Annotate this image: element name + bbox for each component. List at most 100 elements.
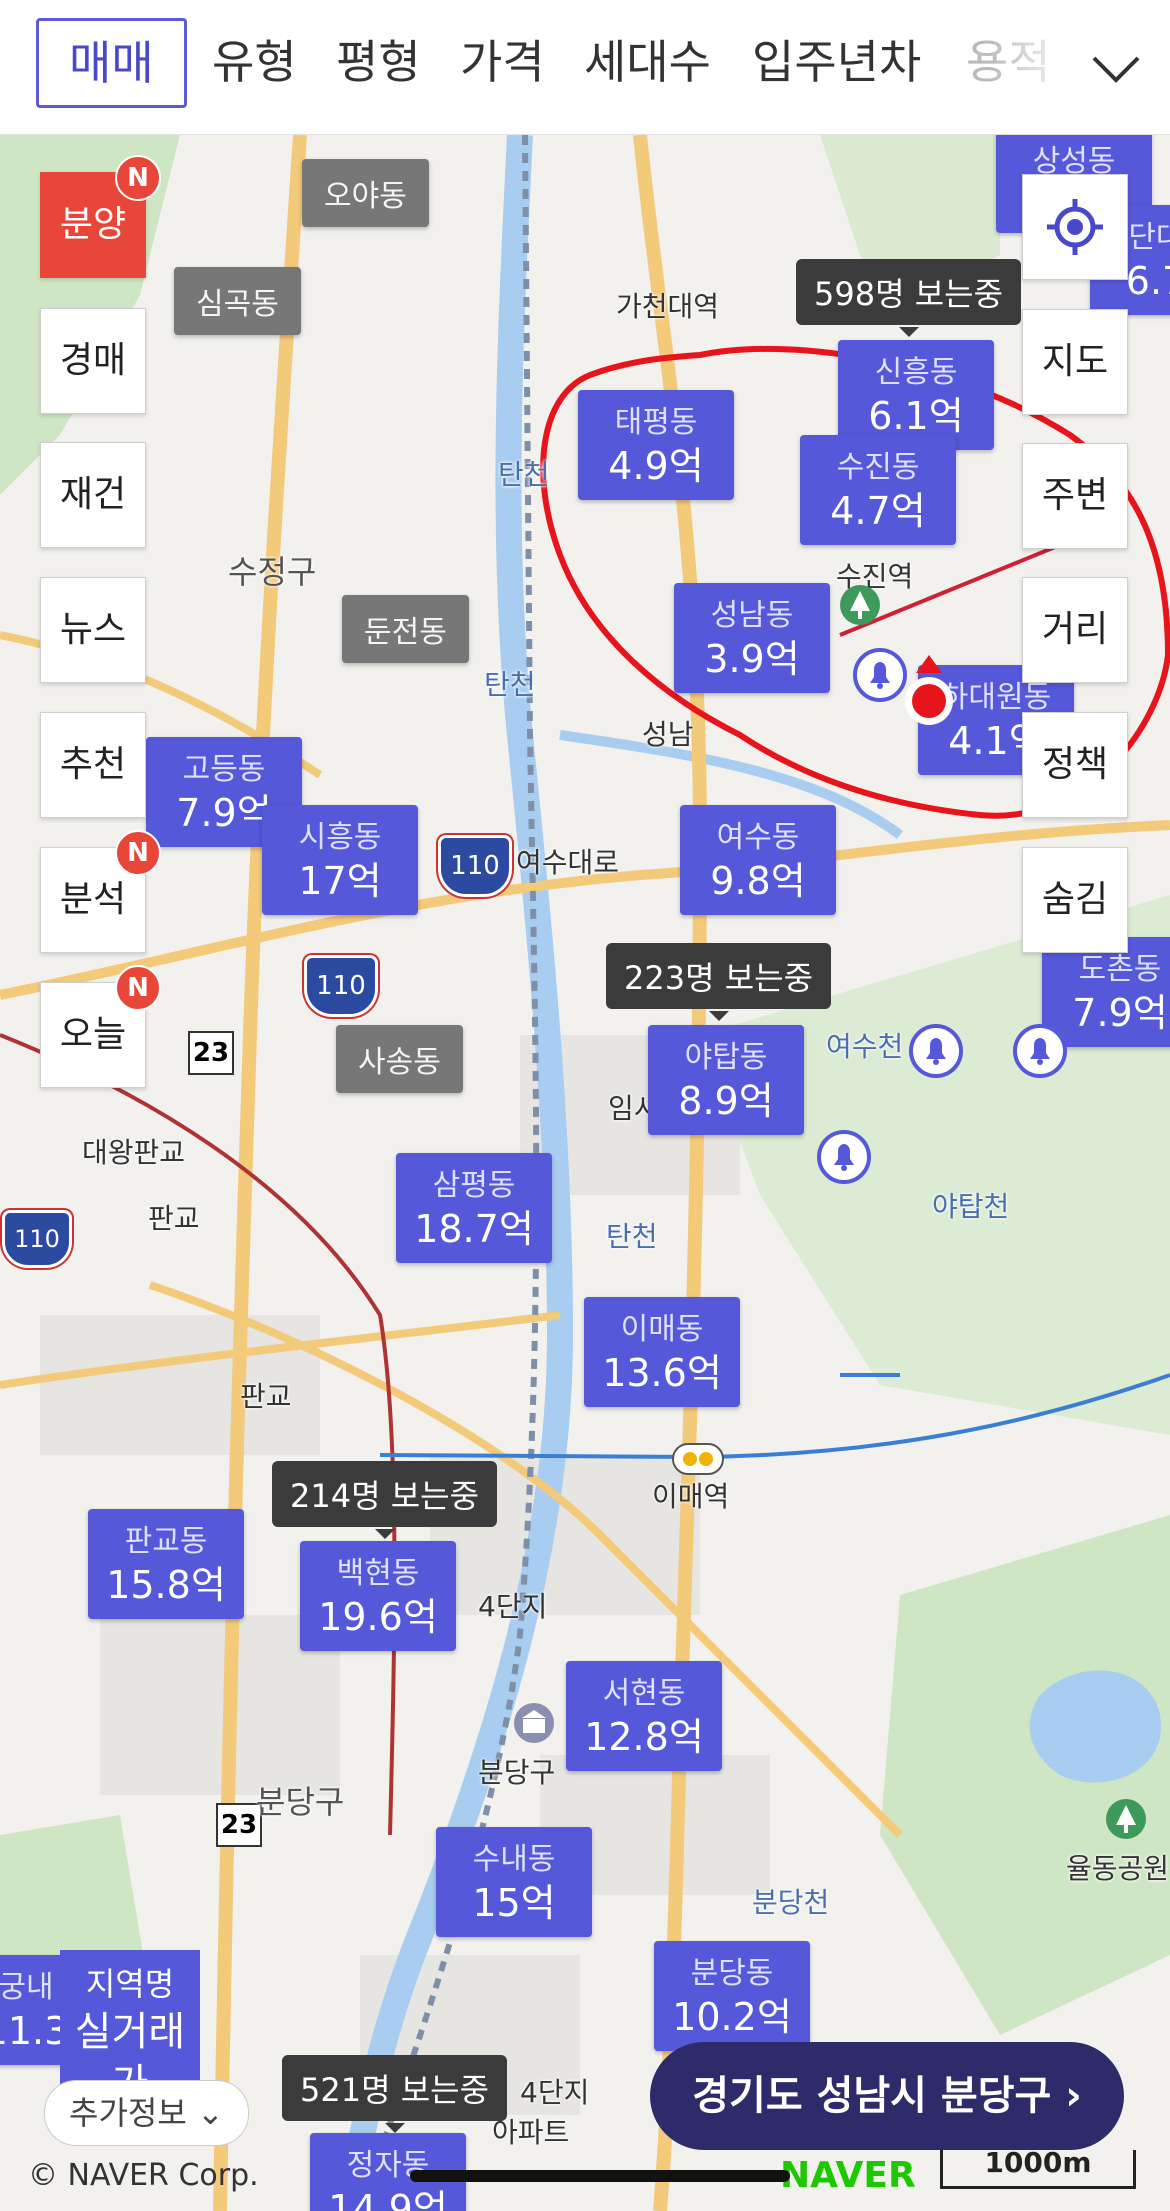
map-label-pangyo-jc: 판교 — [148, 1202, 200, 1235]
reconstruction-button[interactable]: 재건 — [40, 442, 146, 548]
news-button[interactable]: 뉴스 — [40, 577, 146, 683]
map-label-yatapcheon: 야탑천 — [932, 1190, 1010, 1223]
dong-marker-oya[interactable]: 오야동 — [302, 159, 429, 227]
dong-marker-imae[interactable]: 이매동 13.6억 — [584, 1297, 740, 1407]
reconstruction-label: 재건 — [59, 474, 127, 515]
map-label-tancheon-3: 탄천 — [606, 1220, 658, 1253]
park-icon — [840, 585, 880, 625]
current-position-marker-icon — [905, 655, 953, 725]
road-shield-23-a: 23 — [188, 1031, 234, 1075]
tab-price[interactable]: 가격 — [460, 30, 545, 94]
map-label-bundang-gu-2: 분당구 — [478, 1756, 556, 1789]
map-label-yeosu-daero: 여수대로 — [516, 846, 620, 879]
map-label-pangyo-ic: 판교 — [240, 1380, 292, 1413]
map-label-4danji-1: 4단지 — [478, 1590, 548, 1623]
dong-marker-sujin[interactable]: 수진동 4.7억 — [800, 435, 956, 545]
dong-price: 9.8억 — [710, 859, 806, 903]
dong-name: 서현동 — [602, 1676, 686, 1711]
chevron-down-icon[interactable] — [1088, 40, 1144, 96]
dong-marker-sampyeong[interactable]: 삼평동 18.7억 — [396, 1153, 552, 1263]
notification-bell-icon[interactable] — [908, 1023, 964, 1079]
hide-label: 숨김 — [1041, 879, 1109, 920]
dong-marker-pangyo[interactable]: 판교동 15.8억 — [88, 1509, 244, 1619]
today-label: 오늘 — [59, 1014, 127, 1055]
dong-name: 판교동 — [124, 1524, 208, 1559]
dong-name: 시흥동 — [298, 820, 382, 855]
map-canvas[interactable]: 110 110 110 23 23 가천대역 수정구 탄천 탄천 성남 여수대로… — [0, 135, 1170, 2211]
crosshair-icon — [1047, 199, 1103, 255]
distance-label: 거리 — [1041, 609, 1109, 650]
dong-marker-seohyeon[interactable]: 서현동 12.8억 — [566, 1661, 722, 1771]
naver-logo: NAVER — [780, 2155, 916, 2196]
dong-marker-baekhyeon[interactable]: 백현동 19.6억 — [300, 1541, 456, 1651]
hide-button[interactable]: 숨김 — [1022, 847, 1128, 953]
tab-sale[interactable]: 매매 — [36, 18, 187, 108]
viewer-count-tooltip: 598명 보는중 — [796, 259, 1022, 337]
dong-marker-siheung[interactable]: 시흥동 17억 — [262, 805, 418, 915]
dong-name: 야탑동 — [684, 1040, 768, 1075]
scale-label: 1000m — [984, 2146, 1092, 2179]
road-shield-110-a: 110 — [438, 835, 512, 897]
policy-button[interactable]: 정책 — [1022, 712, 1128, 818]
new-badge: N — [115, 155, 161, 201]
tab-type[interactable]: 유형 — [212, 30, 297, 94]
government-building-icon — [514, 1703, 554, 1743]
dong-name: 수진동 — [836, 450, 920, 485]
dong-marker-taepyeong[interactable]: 태평동 4.9억 — [578, 390, 734, 500]
dong-price: 8.9억 — [678, 1079, 774, 1123]
dong-marker-sinheung[interactable]: 신흥동 6.1억 — [838, 340, 994, 450]
dong-price: 14.9억 — [328, 2187, 448, 2211]
auction-label: 경매 — [59, 340, 127, 381]
dong-price: 3.9억 — [704, 637, 800, 681]
recommend-button[interactable]: 추천 — [40, 712, 146, 818]
extra-info-button[interactable]: 추가정보 ⌄ — [44, 2080, 249, 2146]
legend-region-name: 지역명 — [85, 1965, 175, 2003]
map-type-button[interactable]: 지도 — [1022, 309, 1128, 415]
viewer-count-tooltip: 214명 보는중 — [272, 1461, 498, 1539]
analysis-button[interactable]: 분석 N — [40, 830, 161, 953]
subway-station-icon — [672, 1443, 724, 1475]
tab-move-in-year[interactable]: 입주년차 — [752, 30, 921, 94]
dong-marker-sasong[interactable]: 사송동 — [336, 1025, 463, 1093]
map-type-label: 지도 — [1041, 341, 1109, 382]
dong-price: 15억 — [472, 1881, 556, 1925]
tab-size[interactable]: 평형 — [336, 30, 421, 94]
map-label-gachon-station: 가천대역 — [616, 290, 720, 323]
dong-name: 고등동 — [182, 752, 266, 787]
dong-marker-sunae[interactable]: 수내동 15억 — [436, 1827, 592, 1937]
map-label-yeosucheon: 여수천 — [826, 1030, 904, 1063]
nearby-button[interactable]: 주변 — [1022, 443, 1128, 549]
dong-marker-seongnam[interactable]: 성남동 3.9억 — [674, 583, 830, 693]
filter-tab-bar: 매매 유형 평형 가격 세대수 입주년차 용적 — [0, 0, 1170, 135]
map-label-daewang-pangyo: 대왕판교 — [82, 1136, 186, 1169]
presale-button[interactable]: 분양 N — [40, 155, 161, 278]
recommend-label: 추천 — [59, 744, 127, 785]
dong-marker-yeosu[interactable]: 여수동 9.8억 — [680, 805, 836, 915]
my-location-button[interactable] — [1022, 174, 1128, 280]
chevron-down-icon: ⌄ — [196, 2094, 224, 2132]
dong-price: 4.7억 — [830, 489, 926, 533]
dong-marker-bundang[interactable]: 분당동 10.2억 — [654, 1941, 810, 2051]
map-label-4danji-2: 4단지 — [520, 2076, 590, 2109]
dong-marker-simgok[interactable]: 심곡동 — [174, 267, 301, 335]
home-indicator[interactable] — [410, 2170, 790, 2182]
new-badge: N — [115, 965, 161, 1011]
region-selector-button[interactable]: 경기도 성남시 분당구 › — [650, 2042, 1124, 2150]
dong-marker-yatap[interactable]: 야탑동 8.9억 — [648, 1025, 804, 1135]
notification-bell-icon[interactable] — [1012, 1023, 1068, 1079]
notification-bell-icon[interactable] — [816, 1129, 872, 1185]
tab-households[interactable]: 세대수 — [584, 30, 711, 94]
auction-button[interactable]: 경매 — [40, 308, 146, 414]
map-label-tancheon-1: 탄천 — [498, 458, 550, 491]
dong-name: 분당동 — [690, 1956, 774, 1991]
policy-label: 정책 — [1041, 744, 1109, 785]
dong-marker-dunjeon[interactable]: 둔전동 — [342, 595, 469, 663]
viewer-count-tooltip: 223명 보는중 — [606, 943, 832, 1021]
map-scale-bar: 1000m — [940, 2146, 1136, 2189]
map-label-bundangcheon: 분당천 — [752, 1886, 830, 1919]
extra-info-label: 추가정보 — [69, 2094, 187, 2132]
dong-price: 12.8억 — [584, 1715, 704, 1759]
distance-button[interactable]: 거리 — [1022, 577, 1128, 683]
presale-label: 분양 — [59, 204, 127, 245]
today-button[interactable]: 오늘 N — [40, 965, 161, 1088]
